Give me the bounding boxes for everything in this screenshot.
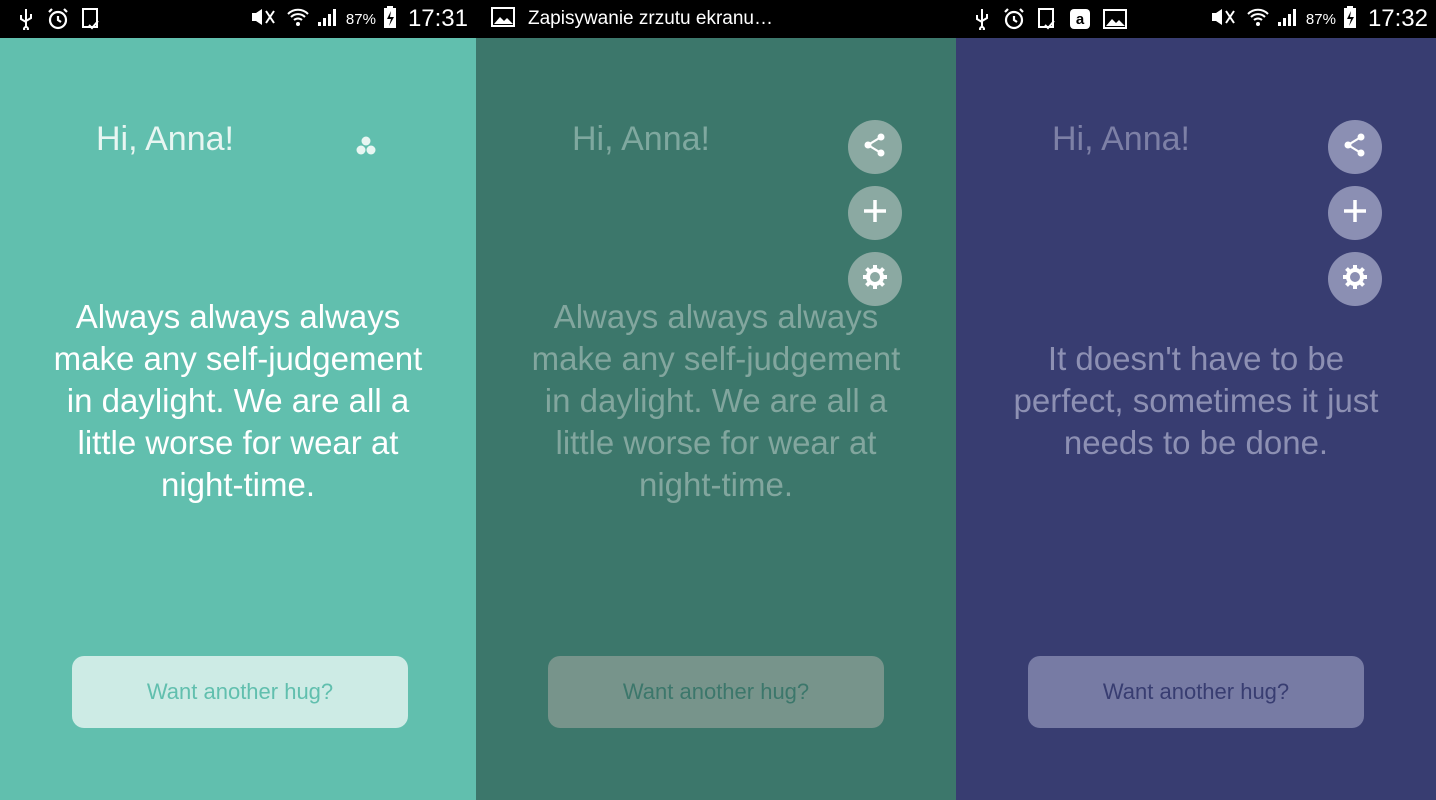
plus-icon — [1341, 197, 1369, 230]
screen-icon — [1036, 7, 1058, 31]
another-hug-button[interactable]: Want another hug? — [1028, 656, 1364, 728]
clock: 17:31 — [407, 5, 468, 32]
clock: 17:32 — [1367, 5, 1428, 32]
status-bar-right: a 87% 17:32 — [956, 0, 1436, 38]
share-button[interactable] — [1328, 120, 1382, 174]
gear-icon — [1341, 263, 1369, 296]
another-hug-button[interactable]: Want another hug? — [72, 656, 408, 728]
signal-icon — [316, 6, 340, 33]
hug-quote: Always always always make any self-judge… — [53, 298, 423, 503]
add-button[interactable] — [848, 186, 902, 240]
svg-text:a: a — [1076, 11, 1085, 28]
share-icon — [1342, 132, 1368, 163]
battery-icon — [382, 5, 398, 34]
plus-icon — [861, 197, 889, 230]
screenshot-saving-notification: Zapisywanie zrzutu ekranu… — [528, 8, 773, 29]
battery-icon — [1342, 5, 1358, 34]
alarm-icon — [1002, 7, 1026, 31]
usb-icon — [16, 8, 36, 30]
settings-button[interactable] — [848, 252, 902, 306]
greeting-title: Hi, Anna! — [96, 120, 234, 158]
share-icon — [862, 132, 888, 163]
hug-quote: It doesn't have to be perfect, sometimes… — [1013, 340, 1379, 461]
battery-percent: 87% — [1305, 10, 1336, 28]
image-icon — [1102, 8, 1128, 30]
alarm-icon — [46, 7, 70, 31]
add-button[interactable] — [1328, 186, 1382, 240]
greeting-title: Hi, Anna! — [1052, 120, 1190, 158]
screen-icon — [80, 7, 102, 31]
menu-dots-icon[interactable] — [354, 134, 378, 158]
hug-quote: Always always always make any self-judge… — [531, 298, 901, 503]
another-hug-button[interactable]: Want another hug? — [548, 656, 884, 728]
wifi-icon — [1246, 6, 1270, 33]
image-icon — [490, 6, 516, 33]
signal-icon — [1276, 6, 1300, 33]
status-bar-left: 87% 17:31 — [0, 0, 476, 38]
greeting-title: Hi, Anna! — [572, 120, 710, 158]
status-bar-middle: Zapisywanie zrzutu ekranu… — [476, 0, 956, 38]
battery-percent: 87% — [345, 10, 376, 28]
hug-screen-panel-3: Hi, Anna! It doesn't have to be perfect,… — [956, 38, 1436, 800]
mute-icon — [248, 6, 280, 33]
hug-screen-panel-2: Hi, Anna! Always always always make any … — [476, 38, 956, 800]
settings-button[interactable] — [1328, 252, 1382, 306]
usb-icon — [972, 8, 992, 30]
gear-icon — [861, 263, 889, 296]
hug-screen-panel-1: Hi, Anna! Always always always make any … — [0, 38, 476, 800]
mute-icon — [1208, 6, 1240, 33]
wifi-icon — [286, 6, 310, 33]
amazon-icon: a — [1068, 7, 1092, 31]
share-button[interactable] — [848, 120, 902, 174]
